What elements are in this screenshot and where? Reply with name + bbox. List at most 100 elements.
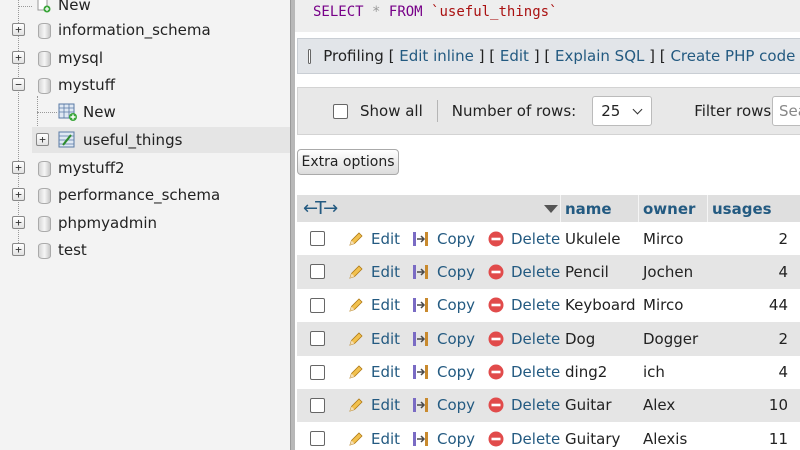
nav-db-mystuff2[interactable]: mystuff2 — [58, 155, 125, 181]
chevron-down-icon — [632, 104, 643, 114]
cell-name[interactable]: Dog — [565, 322, 595, 355]
create-php-code-link[interactable]: Create PHP code — [670, 47, 795, 65]
nav-db-test[interactable]: test — [58, 237, 87, 263]
db-name: test — [58, 241, 87, 259]
expand-mystuff2[interactable]: + — [12, 161, 25, 174]
column-arrows-icon[interactable]: ←T→ — [303, 198, 338, 219]
nav-new-table[interactable]: New — [83, 99, 116, 125]
filter-rows-input[interactable]: Search this table — [772, 96, 800, 126]
extra-options-button[interactable]: Extra options — [297, 149, 399, 175]
delete-row-button[interactable]: Delete — [487, 255, 560, 288]
cell-name[interactable]: Pencil — [565, 255, 609, 288]
table-row[interactable]: Edit Copy Delete ding2 ich 4 — [297, 355, 800, 389]
edit-query-link[interactable]: Edit — [500, 47, 529, 65]
edit-label: Edit — [371, 229, 401, 248]
expand-useful-things[interactable]: + — [36, 133, 49, 146]
table-row[interactable]: Edit Copy Delete Dog Dogger 2 — [297, 322, 800, 356]
nav-db-information-schema[interactable]: information_schema — [58, 17, 211, 43]
expand-performance-schema[interactable]: + — [12, 188, 25, 201]
edit-row-button[interactable]: Edit — [347, 255, 400, 288]
cell-name[interactable]: Guitary — [565, 422, 620, 450]
cell-usages[interactable]: 2 — [707, 322, 788, 355]
nav-db-mysql[interactable]: mysql — [58, 45, 103, 71]
row-checkbox[interactable] — [310, 431, 325, 447]
expand-information-schema[interactable]: + — [12, 23, 25, 36]
cell-owner[interactable]: ich — [643, 356, 665, 389]
copy-row-button[interactable]: Copy — [411, 356, 475, 389]
delete-row-button[interactable]: Delete — [487, 222, 560, 255]
table-row[interactable]: Edit Copy Delete Ukulele Mirco 2 — [297, 222, 800, 256]
copy-row-button[interactable]: Copy — [411, 289, 475, 322]
cell-name[interactable]: Keyboard — [565, 289, 636, 322]
sort-dropdown-icon[interactable] — [544, 205, 558, 213]
cell-usages[interactable]: 4 — [707, 255, 788, 288]
explain-sql-link[interactable]: Explain SQL — [555, 47, 644, 65]
copy-row-button[interactable]: Copy — [411, 255, 475, 288]
cell-name[interactable]: ding2 — [565, 356, 607, 389]
edit-row-button[interactable]: Edit — [347, 322, 400, 355]
delete-row-button[interactable]: Delete — [487, 389, 560, 422]
edit-row-button[interactable]: Edit — [347, 222, 400, 255]
profiling-checkbox[interactable] — [308, 48, 312, 64]
collapse-mystuff[interactable]: − — [12, 78, 25, 91]
cell-owner[interactable]: Alex — [643, 389, 675, 422]
row-checkbox[interactable] — [310, 231, 325, 246]
row-checkbox[interactable] — [310, 397, 325, 413]
cell-owner[interactable]: Mirco — [643, 289, 683, 322]
copy-icon — [413, 398, 428, 413]
sql-table-name: `useful_things` — [431, 4, 558, 20]
cell-usages[interactable]: 10 — [707, 389, 788, 422]
db-name: mystuff2 — [58, 159, 125, 177]
cell-usages[interactable]: 11 — [707, 422, 788, 450]
edit-row-button[interactable]: Edit — [347, 389, 400, 422]
database-icon — [38, 243, 51, 259]
nav-db-phpmyadmin[interactable]: phpmyadmin — [58, 210, 157, 236]
table-row[interactable]: Edit Copy Delete Pencil Jochen 4 — [297, 255, 800, 289]
row-checkbox[interactable] — [310, 297, 325, 313]
delete-row-button[interactable]: Delete — [487, 356, 560, 389]
delete-row-button[interactable]: Delete — [487, 322, 560, 355]
cell-usages[interactable]: 2 — [707, 222, 788, 255]
edit-row-button[interactable]: Edit — [347, 289, 400, 322]
rows-per-page-select[interactable]: 25 — [592, 96, 653, 126]
cell-owner[interactable]: Dogger — [643, 322, 698, 355]
delete-icon — [488, 264, 504, 280]
expand-test[interactable]: + — [12, 243, 25, 256]
show-all-checkbox[interactable] — [333, 103, 348, 119]
cell-name[interactable]: Ukulele — [565, 222, 621, 255]
database-icon — [38, 216, 51, 232]
cell-owner[interactable]: Jochen — [643, 255, 693, 288]
nav-db-mystuff[interactable]: mystuff — [58, 72, 115, 98]
column-header-name[interactable]: name — [560, 195, 638, 222]
nav-table-useful-things[interactable]: useful_things — [83, 127, 182, 153]
copy-row-button[interactable]: Copy — [411, 389, 475, 422]
table-row[interactable]: Edit Copy Delete Guitary Alexis 11 — [297, 422, 800, 450]
cell-owner[interactable]: Alexis — [643, 422, 687, 450]
copy-row-button[interactable]: Copy — [411, 322, 475, 355]
table-navigation-bar: Show all Number of rows: 25 Filter rows:… — [297, 87, 800, 135]
column-header-owner[interactable]: owner — [638, 195, 707, 222]
copy-row-button[interactable]: Copy — [411, 222, 475, 255]
nav-db-performance-schema[interactable]: performance_schema — [58, 182, 220, 208]
bracket: ] — [649, 47, 656, 65]
delete-row-button[interactable]: Delete — [487, 422, 560, 450]
row-checkbox[interactable] — [310, 364, 325, 380]
delete-row-button[interactable]: Delete — [487, 289, 560, 322]
table-row[interactable]: Edit Copy Delete Guitar Alex 10 — [297, 388, 800, 423]
edit-row-button[interactable]: Edit — [347, 356, 400, 389]
cell-usages[interactable]: 44 — [707, 289, 788, 322]
table-row[interactable]: Edit Copy Delete Keyboard Mirco 44 — [297, 288, 800, 323]
cell-name[interactable]: Guitar — [565, 389, 612, 422]
copy-row-button[interactable]: Copy — [411, 422, 475, 450]
query-options-text: Profiling [ Edit inline ] [ Edit ] [ Exp… — [323, 47, 800, 65]
cell-usages[interactable]: 4 — [707, 356, 788, 389]
expand-phpmyadmin[interactable]: + — [12, 216, 25, 229]
row-checkbox[interactable] — [310, 264, 325, 280]
row-checkbox[interactable] — [310, 331, 325, 347]
cell-owner[interactable]: Mirco — [643, 222, 683, 255]
edit-inline-link[interactable]: Edit inline — [399, 47, 474, 65]
expand-mysql[interactable]: + — [12, 51, 25, 64]
edit-row-button[interactable]: Edit — [347, 422, 400, 450]
column-header-usages[interactable]: usages — [707, 195, 800, 222]
nav-new-database[interactable]: New — [36, 0, 91, 18]
